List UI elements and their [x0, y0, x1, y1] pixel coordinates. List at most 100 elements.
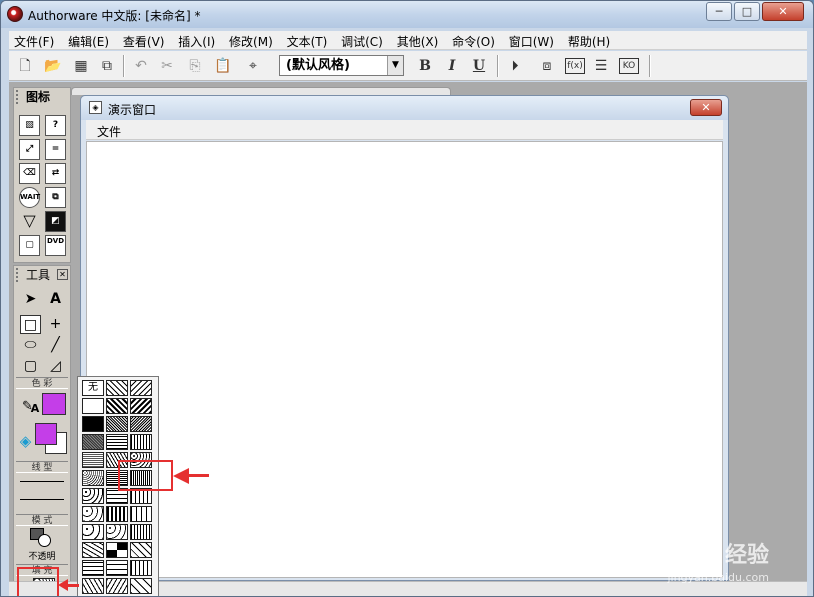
new-file-icon[interactable]: 🗋: [15, 56, 35, 76]
drag-grip-icon[interactable]: [16, 268, 20, 282]
presentation-stage[interactable]: [86, 141, 723, 578]
ellipse-tool-icon[interactable]: ⬭: [20, 336, 41, 355]
calculation-icon[interactable]: =: [45, 139, 66, 160]
menu-command[interactable]: 命令(O): [447, 31, 500, 50]
menu-view[interactable]: 查看(V): [118, 31, 170, 50]
line-style-thin[interactable]: [20, 481, 64, 482]
presentation-title-bar[interactable]: ◈ 演示窗口 ✕: [81, 96, 728, 120]
paint-bucket-icon[interactable]: ◈: [15, 432, 36, 451]
title-bar[interactable]: Authorware 中文版: [未命名] * ─ □ ✕: [1, 1, 813, 28]
motion-icon[interactable]: ⤢: [19, 139, 40, 160]
fill-pattern-option[interactable]: [106, 506, 128, 522]
fill-pattern-option[interactable]: [82, 560, 104, 576]
menu-edit[interactable]: 编辑(E): [63, 31, 114, 50]
presentation-menu-file[interactable]: 文件: [97, 123, 121, 140]
fill-pattern-option[interactable]: [130, 416, 152, 432]
digital-movie-icon[interactable]: ◩: [45, 211, 66, 232]
fill-pattern-option[interactable]: [130, 560, 152, 576]
wait-icon[interactable]: WAIT: [19, 187, 40, 208]
menu-window[interactable]: 窗口(W): [504, 31, 559, 50]
line-color-swatch[interactable]: [42, 393, 66, 415]
fill-pattern-option[interactable]: [82, 416, 104, 432]
close-button[interactable]: ✕: [762, 2, 804, 21]
menu-file[interactable]: 文件(F): [9, 31, 59, 50]
underline-button[interactable]: U: [469, 56, 489, 76]
chevron-down-icon[interactable]: ▼: [387, 56, 403, 75]
line-style-normal[interactable]: [20, 499, 64, 500]
text-tool-button[interactable]: A: [45, 290, 66, 309]
fill-pattern-option[interactable]: [130, 542, 152, 558]
menu-other[interactable]: 其他(X): [392, 31, 444, 50]
straight-line-tool-icon[interactable]: +: [45, 315, 66, 334]
fill-pattern-option[interactable]: [106, 560, 128, 576]
fill-pattern-option[interactable]: [82, 452, 104, 468]
fill-pattern-option[interactable]: [106, 578, 128, 594]
menu-modify[interactable]: 修改(M): [224, 31, 278, 50]
fill-pattern-option[interactable]: [82, 542, 104, 558]
menu-insert[interactable]: 插入(I): [173, 31, 220, 50]
menu-text[interactable]: 文本(T): [282, 31, 333, 50]
fill-pattern-option[interactable]: [82, 524, 104, 540]
fill-pattern-option[interactable]: [82, 578, 104, 594]
dvd-icon[interactable]: DVD: [45, 235, 66, 256]
rectangle-tool-icon[interactable]: □: [20, 315, 41, 334]
save-all-icon[interactable]: ▦: [71, 56, 91, 76]
functions-icon[interactable]: f(x): [565, 58, 585, 74]
fill-pattern-option[interactable]: [106, 416, 128, 432]
variables-icon[interactable]: ☰: [591, 56, 611, 76]
fill-pattern-option[interactable]: [130, 398, 152, 414]
fill-pattern-option[interactable]: [130, 380, 152, 396]
fill-pattern-option[interactable]: [106, 542, 128, 558]
fill-pattern-option[interactable]: [82, 434, 104, 450]
decision-icon[interactable]: ?: [45, 115, 66, 136]
map-icon[interactable]: ▢: [19, 235, 40, 256]
navigate-icon[interactable]: ⇄: [45, 163, 66, 184]
fill-pattern-option[interactable]: [106, 380, 128, 396]
presentation-close-button[interactable]: ✕: [690, 99, 722, 116]
bold-button[interactable]: B: [415, 56, 435, 76]
fill-pattern-option[interactable]: [82, 506, 104, 522]
foreground-color-swatch[interactable]: [35, 423, 57, 445]
fill-pattern-none[interactable]: 无: [82, 380, 104, 396]
maximize-button[interactable]: □: [734, 2, 760, 21]
display-icon[interactable]: ▧: [19, 115, 40, 136]
control-panel-icon[interactable]: ⧈: [537, 56, 557, 76]
rounded-rect-tool-icon[interactable]: ▢: [20, 357, 41, 376]
interaction-icon[interactable]: ▽: [19, 211, 40, 232]
find-icon[interactable]: ⌖: [243, 56, 263, 76]
fill-pattern-option[interactable]: [82, 488, 104, 504]
fill-pattern-option[interactable]: [106, 524, 128, 540]
copy-icon[interactable]: ⎘: [185, 56, 205, 76]
menu-help[interactable]: 帮助(H): [563, 31, 615, 50]
menu-debug[interactable]: 调试(C): [336, 31, 388, 50]
import-icon[interactable]: ⧉: [97, 56, 117, 76]
paste-icon[interactable]: 📋: [213, 56, 233, 76]
pointer-tool-icon[interactable]: ➤: [20, 290, 41, 309]
polygon-tool-icon[interactable]: ◿: [45, 357, 66, 376]
authorware-app-icon[interactable]: [7, 6, 23, 22]
fill-pattern-option[interactable]: [130, 434, 152, 450]
fill-pattern-option[interactable]: [106, 434, 128, 450]
icon-palette-title[interactable]: 图标: [14, 88, 70, 106]
tools-palette-title[interactable]: 工具 ✕: [14, 266, 70, 284]
undo-icon[interactable]: ↶: [131, 56, 151, 76]
drag-grip-icon[interactable]: [16, 90, 20, 104]
restart-icon[interactable]: ⏵: [505, 56, 525, 76]
close-icon[interactable]: ✕: [57, 269, 68, 280]
fill-pattern-option[interactable]: [130, 578, 152, 594]
erase-icon[interactable]: ⌫: [19, 163, 40, 184]
text-style-select[interactable]: (默认风格) ▼: [279, 55, 404, 76]
minimize-button[interactable]: ─: [706, 2, 732, 21]
presentation-window: ◈ 演示窗口 ✕ 文件: [80, 95, 729, 581]
open-folder-icon[interactable]: 📂: [43, 56, 63, 76]
fill-pattern-option[interactable]: [106, 398, 128, 414]
fill-pattern-option[interactable]: [82, 470, 104, 486]
fill-pattern-option[interactable]: [130, 524, 152, 540]
knowledge-objects-icon[interactable]: KO: [619, 58, 639, 74]
italic-button[interactable]: I: [442, 56, 462, 76]
cut-icon[interactable]: ✂: [157, 56, 177, 76]
diagonal-line-tool-icon[interactable]: ╱: [45, 336, 66, 355]
framework-icon[interactable]: ⧉: [45, 187, 66, 208]
fill-pattern-option[interactable]: [82, 398, 104, 414]
fill-pattern-option[interactable]: [130, 506, 152, 522]
